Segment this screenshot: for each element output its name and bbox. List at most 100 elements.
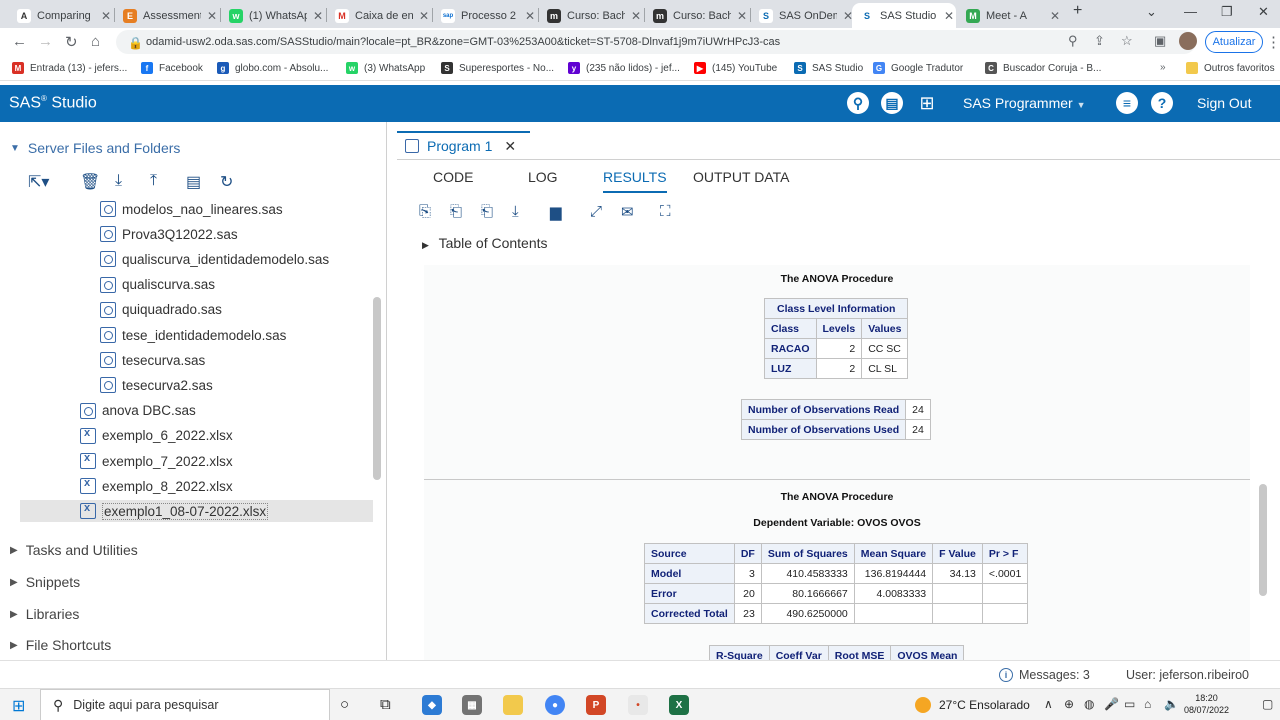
section-tasks-and-utilities[interactable]: ▶ Tasks and Utilities bbox=[10, 542, 138, 558]
tab-close-icon[interactable]: ✕ bbox=[525, 9, 535, 23]
bookmark-item[interactable]: C Buscador Coruja - B... bbox=[985, 62, 1101, 74]
file-item[interactable]: quiquadrado.sas bbox=[100, 299, 222, 321]
tab-close-icon[interactable]: ✕ bbox=[737, 9, 747, 23]
system-clock[interactable]: 18:20 08/07/2022 bbox=[1184, 692, 1229, 716]
new-window-icon[interactable]: ⤢ bbox=[590, 203, 602, 220]
browser-tab[interactable]: m Curso: Bach ✕ bbox=[645, 3, 749, 28]
excel-icon[interactable]: X bbox=[669, 695, 689, 715]
tab-close-icon[interactable]: ✕ bbox=[944, 9, 954, 23]
bookmarks-overflow-icon[interactable]: » bbox=[1160, 62, 1166, 73]
help-icon[interactable]: ? bbox=[1151, 92, 1173, 114]
volume-icon[interactable]: 🔈 bbox=[1164, 697, 1179, 711]
program-tab[interactable]: Program 1 ✕ bbox=[397, 131, 530, 159]
server-files-section[interactable]: ▼ Server Files and Folders bbox=[10, 140, 180, 156]
file-explorer-icon[interactable] bbox=[503, 695, 523, 715]
tab-code[interactable]: CODE bbox=[433, 169, 473, 185]
section-file-shortcuts[interactable]: ▶ File Shortcuts bbox=[10, 637, 111, 653]
apps-grid-icon[interactable]: ⊞ bbox=[916, 92, 938, 114]
other-favorites[interactable]: Outros favoritos bbox=[1186, 62, 1275, 74]
file-item[interactable]: modelos_nao_lineares.sas bbox=[100, 198, 283, 220]
html-download-icon[interactable]: ⎗ bbox=[450, 203, 462, 220]
section-snippets[interactable]: ▶ Snippets bbox=[10, 574, 80, 590]
print-results-icon[interactable]: ▆ bbox=[550, 203, 562, 221]
bookmark-item[interactable]: S Superesportes - No... bbox=[441, 62, 554, 74]
tab-close-icon[interactable]: ✕ bbox=[101, 9, 111, 23]
back-icon[interactable]: ← bbox=[12, 33, 27, 50]
browser-tab[interactable]: w (1) WhatsAp ✕ bbox=[221, 3, 325, 28]
bookmark-item[interactable]: g globo.com - Absolu... bbox=[217, 62, 328, 74]
task-view-icon[interactable]: ⧉ bbox=[380, 696, 391, 713]
refresh-icon[interactable]: ↻ bbox=[220, 172, 233, 192]
tab-close-icon[interactable]: ✕ bbox=[419, 9, 429, 23]
properties-icon[interactable]: ▤ bbox=[186, 172, 201, 192]
maximize-icon[interactable]: ⛶ bbox=[660, 203, 671, 220]
browser-tab[interactable]: S SAS Studio ✕ bbox=[852, 3, 956, 28]
bookmark-item[interactable]: ▶ (145) YouTube bbox=[694, 62, 777, 74]
file-item[interactable]: exemplo1_08-07-2022.xlsx bbox=[20, 500, 373, 523]
tray-chevron-icon[interactable]: ∧ bbox=[1044, 697, 1053, 711]
browser-tab[interactable]: m Curso: Bach ✕ bbox=[539, 3, 643, 28]
app-icon[interactable]: ◆ bbox=[422, 695, 442, 715]
bookmark-item[interactable]: G Google Tradutor bbox=[873, 62, 963, 74]
powerpoint-icon[interactable]: P bbox=[586, 695, 606, 715]
reload-icon[interactable]: ↻ bbox=[65, 33, 78, 51]
table-of-contents-toggle[interactable]: ▶ Table of Contents bbox=[422, 235, 548, 251]
search-icon[interactable]: ⚲ bbox=[847, 92, 869, 114]
update-button[interactable]: Atualizar bbox=[1205, 31, 1263, 53]
messages-indicator[interactable]: i Messages: 3 bbox=[999, 668, 1090, 682]
taskbar-search[interactable]: ⚲ Digite aqui para pesquisar bbox=[40, 689, 330, 720]
close-icon[interactable]: ✕ bbox=[504, 138, 516, 155]
file-item[interactable]: tesecurva2.sas bbox=[100, 374, 213, 396]
notifications-icon[interactable]: ▢ bbox=[1262, 697, 1273, 711]
file-item[interactable]: qualiscurva.sas bbox=[100, 274, 215, 296]
network-icon[interactable]: ⌂ bbox=[1144, 697, 1151, 711]
file-item[interactable]: Prova3Q12022.sas bbox=[100, 223, 238, 245]
microphone-icon[interactable]: 🎤 bbox=[1104, 697, 1119, 711]
maximize-window-icon[interactable]: ❐ bbox=[1221, 4, 1233, 20]
upload-icon[interactable]: ⤒ bbox=[150, 172, 157, 190]
file-tree-scrollbar[interactable] bbox=[373, 297, 381, 480]
bookmark-item[interactable]: M Entrada (13) - jefers... bbox=[12, 62, 127, 74]
perspective-menu[interactable]: SAS Programmer ▼ bbox=[963, 95, 1086, 111]
calculator-icon[interactable]: ▦ bbox=[462, 695, 482, 715]
file-item[interactable]: tese_identidademodelo.sas bbox=[100, 324, 286, 346]
new-tab-icon[interactable]: + bbox=[1073, 2, 1082, 20]
presentation-icon[interactable]: • bbox=[628, 695, 648, 715]
close-window-icon[interactable]: ✕ bbox=[1258, 4, 1269, 20]
browser-tab[interactable]: M Caixa de en ✕ bbox=[327, 3, 431, 28]
results-scrollbar[interactable] bbox=[1259, 484, 1267, 596]
file-item[interactable]: exemplo_7_2022.xlsx bbox=[80, 450, 233, 472]
windows-start-icon[interactable]: ⊞ bbox=[12, 696, 25, 716]
tab-close-icon[interactable]: ✕ bbox=[1050, 9, 1060, 23]
profile-avatar[interactable] bbox=[1179, 32, 1197, 50]
sign-out-link[interactable]: Sign Out bbox=[1197, 95, 1251, 111]
browser-tab[interactable]: sap Processo 2 ✕ bbox=[433, 3, 537, 28]
tab-log[interactable]: LOG bbox=[528, 169, 558, 185]
menu-icon[interactable]: ≡ bbox=[1116, 92, 1138, 114]
url-bar[interactable]: 🔒 odamid-usw2.oda.sas.com/SASStudio/main… bbox=[116, 30, 1196, 54]
bookmark-item[interactable]: S SAS Studio bbox=[794, 62, 863, 74]
rtf-download-icon[interactable]: ⤓ bbox=[512, 203, 519, 220]
sidepanel-icon[interactable]: ▣ bbox=[1154, 33, 1166, 49]
cortana-icon[interactable]: ○ bbox=[340, 696, 349, 713]
home-icon[interactable]: ⌂ bbox=[91, 33, 100, 50]
browser-tab[interactable]: A Comparing ✕ bbox=[9, 3, 113, 28]
star-icon[interactable]: ☆ bbox=[1121, 33, 1133, 49]
tray-app-icon[interactable]: ⊕ bbox=[1064, 697, 1074, 711]
browser-tab[interactable]: M Meet - A ✕ bbox=[958, 3, 1062, 28]
zoom-icon[interactable]: ⚲ bbox=[1068, 33, 1078, 49]
delete-icon[interactable]: 🗑 bbox=[80, 172, 100, 192]
tab-results[interactable]: RESULTS bbox=[603, 169, 667, 193]
tab-search-icon[interactable]: ⌄ bbox=[1146, 4, 1157, 20]
browser-tab[interactable]: S SAS OnDem ✕ bbox=[751, 3, 855, 28]
download-icon[interactable]: ⤓ bbox=[115, 172, 122, 190]
weather-widget[interactable]: 27°C Ensolarado bbox=[915, 697, 1030, 713]
bookmark-item[interactable]: w (3) WhatsApp bbox=[346, 62, 425, 74]
email-icon[interactable]: ✉ bbox=[621, 203, 634, 221]
minimize-icon[interactable]: — bbox=[1184, 4, 1197, 19]
open-in-browser-icon[interactable]: ⎘ bbox=[419, 203, 431, 220]
file-item[interactable]: exemplo_6_2022.xlsx bbox=[80, 425, 233, 447]
tab-close-icon[interactable]: ✕ bbox=[207, 9, 217, 23]
file-item[interactable]: anova DBC.sas bbox=[80, 400, 196, 422]
section-libraries[interactable]: ▶ Libraries bbox=[10, 606, 79, 622]
